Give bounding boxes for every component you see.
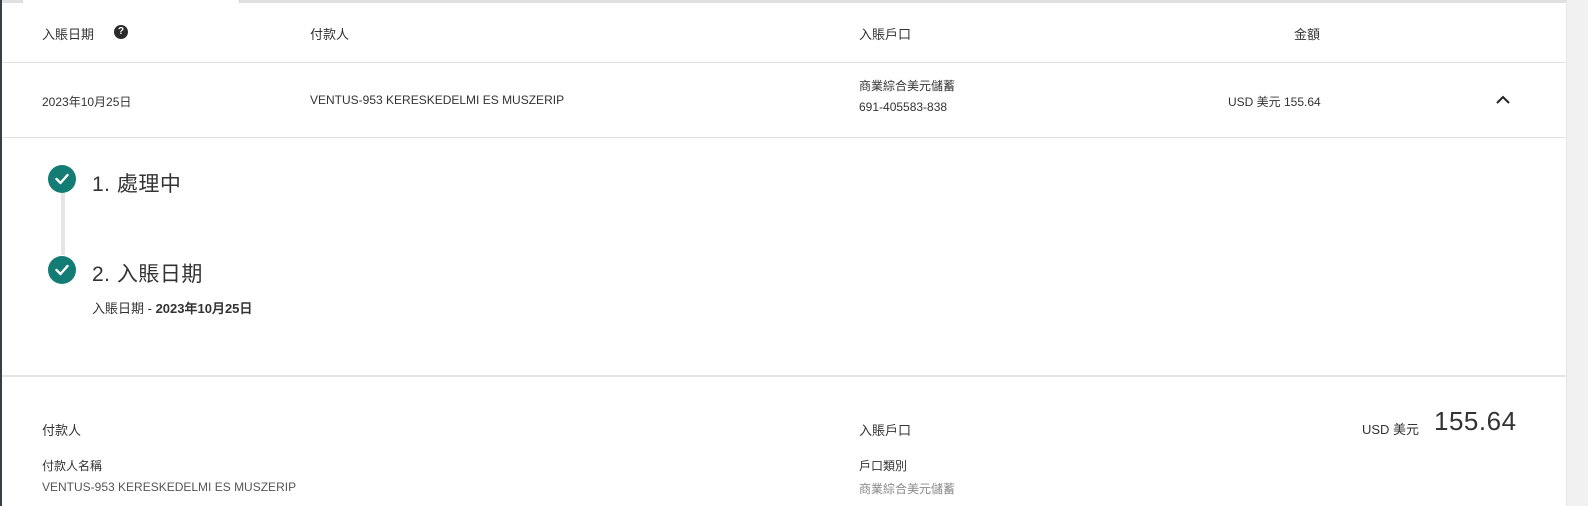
step-2-detail: 入賬日期 - 2023年10月25日	[92, 298, 252, 317]
question-circle-icon[interactable]: ?	[114, 25, 128, 39]
row-payer: VENTUS-953 KERESKEDELMI ES MUSZERIP	[310, 93, 565, 107]
check-circle-icon	[48, 256, 76, 284]
row-account-number: 691-405583-838	[859, 100, 948, 114]
table-row[interactable]: 2023年10月25日 VENTUS-953 KERESKEDELMI ES M…	[2, 63, 1566, 138]
header-deposit-account[interactable]: 入賬戶口	[859, 24, 911, 43]
step-2-detail-label: 入賬日期 -	[92, 301, 156, 316]
step-2-title: 2. 入賬日期	[92, 263, 203, 286]
header-posting-date[interactable]: 入賬日期	[42, 24, 94, 43]
row-date: 2023年10月25日	[42, 95, 132, 109]
payer-section-title: 付款人	[42, 423, 82, 438]
row-amount: USD 美元 155.64	[1228, 95, 1321, 109]
step-connector	[61, 193, 65, 255]
header-payer[interactable]: 付款人	[310, 24, 349, 43]
row-account-type: 商業綜合美元儲蓄	[859, 79, 956, 93]
check-circle-icon	[48, 165, 76, 193]
table-header: 入賬日期 ? 付款人 入賬戶口 金額	[2, 3, 1566, 63]
payer-name-label: 付款人名稱	[42, 459, 103, 473]
status-stepper: 1. 處理中 2. 入賬日期 入賬日期 - 2023年10月25日	[2, 138, 1566, 374]
payer-name-value: VENTUS-953 KERESKEDELMI ES MUSZERIP	[42, 480, 297, 494]
step-1-title: 1. 處理中	[92, 173, 182, 196]
account-type-label: 戶口類別	[859, 459, 908, 473]
chevron-up-icon[interactable]	[1494, 91, 1512, 109]
amount-value: 155.64	[1434, 406, 1517, 436]
header-amount[interactable]: 金額	[1294, 24, 1320, 43]
step-2-detail-value: 2023年10月25日	[155, 301, 253, 316]
account-type-value: 商業綜合美元儲蓄	[859, 482, 956, 496]
section-divider	[2, 375, 1566, 377]
amount-currency: USD 美元	[1362, 422, 1420, 437]
account-section-title: 入賬戶口	[859, 423, 912, 438]
vertical-scrollbar[interactable]	[1566, 0, 1588, 506]
